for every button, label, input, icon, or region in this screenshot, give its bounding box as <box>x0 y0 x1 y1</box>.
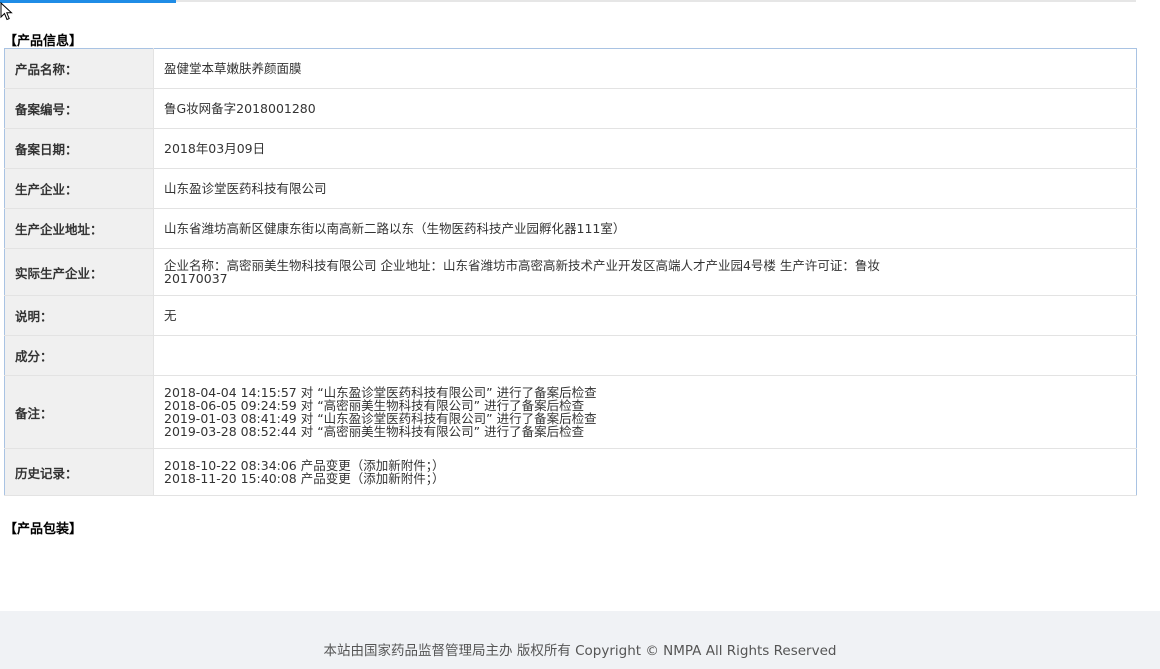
row-label: 实际生产企业： <box>4 248 154 296</box>
manufacturer-address-value: 山东省潍坊高新区健康东街以南高新二路以东（生物医药科技产业园孵化器111室） <box>153 208 1137 249</box>
table-row: 成分： <box>4 335 1137 376</box>
table-row: 说明： 无 <box>4 295 1137 336</box>
product-name-value: 盈健堂本草嫩肤养颜面膜 <box>153 48 1137 89</box>
row-label: 生产企业地址： <box>4 208 154 249</box>
table-row: 产品名称： 盈健堂本草嫩肤养颜面膜 <box>4 48 1137 89</box>
history-value: 2018-10-22 08:34:06 产品变更（添加新附件；） 2018-11… <box>153 448 1137 496</box>
actual-manufacturer-value: 企业名称：高密丽美生物科技有限公司 企业地址：山东省潍坊市高密高新技术产业开发区… <box>153 248 1137 296</box>
record-number-value: 鲁G妆网备字2018001280 <box>153 88 1137 129</box>
table-row: 生产企业： 山东盈诊堂医药科技有限公司 <box>4 168 1137 209</box>
row-label: 生产企业： <box>4 168 154 209</box>
row-label: 备案编号： <box>4 88 154 129</box>
product-info-heading: 【产品信息】 <box>4 34 83 49</box>
row-label: 说明： <box>4 295 154 336</box>
product-packaging-heading: 【产品包装】 <box>4 522 83 537</box>
record-date-value: 2018年03月09日 <box>153 128 1137 169</box>
table-row: 历史记录： 2018-10-22 08:34:06 产品变更（添加新附件；） 2… <box>4 448 1137 496</box>
table-row: 备案编号： 鲁G妆网备字2018001280 <box>4 88 1137 129</box>
row-label: 历史记录： <box>4 448 154 496</box>
mouse-cursor-icon <box>0 2 13 21</box>
manufacturer-value: 山东盈诊堂医药科技有限公司 <box>153 168 1137 209</box>
row-label: 备注： <box>4 375 154 449</box>
table-row: 备案日期： 2018年03月09日 <box>4 128 1137 169</box>
page: 【产品信息】 产品名称： 盈健堂本草嫩肤养颜面膜 备案编号： 鲁G妆网备字201… <box>0 0 1160 669</box>
remarks-value: 2018-04-04 14:15:57 对 “山东盈诊堂医药科技有限公司” 进行… <box>153 375 1137 449</box>
table-row: 实际生产企业： 企业名称：高密丽美生物科技有限公司 企业地址：山东省潍坊市高密高… <box>4 248 1137 296</box>
copyright-text: 本站由国家药品监督管理局主办 版权所有 Copyright © NMPA All… <box>323 643 837 659</box>
ingredients-value <box>153 335 1137 376</box>
table-row: 备注： 2018-04-04 14:15:57 对 “山东盈诊堂医药科技有限公司… <box>4 375 1137 449</box>
description-value: 无 <box>153 295 1137 336</box>
footer: 本站由国家药品监督管理局主办 版权所有 Copyright © NMPA All… <box>0 611 1160 669</box>
product-info-table: 产品名称： 盈健堂本草嫩肤养颜面膜 备案编号： 鲁G妆网备字2018001280… <box>4 48 1137 496</box>
row-label: 产品名称： <box>4 48 154 89</box>
row-label: 备案日期： <box>4 128 154 169</box>
row-label: 成分： <box>4 335 154 376</box>
tab-indicator <box>0 0 176 3</box>
table-row: 生产企业地址： 山东省潍坊高新区健康东街以南高新二路以东（生物医药科技产业园孵化… <box>4 208 1137 249</box>
